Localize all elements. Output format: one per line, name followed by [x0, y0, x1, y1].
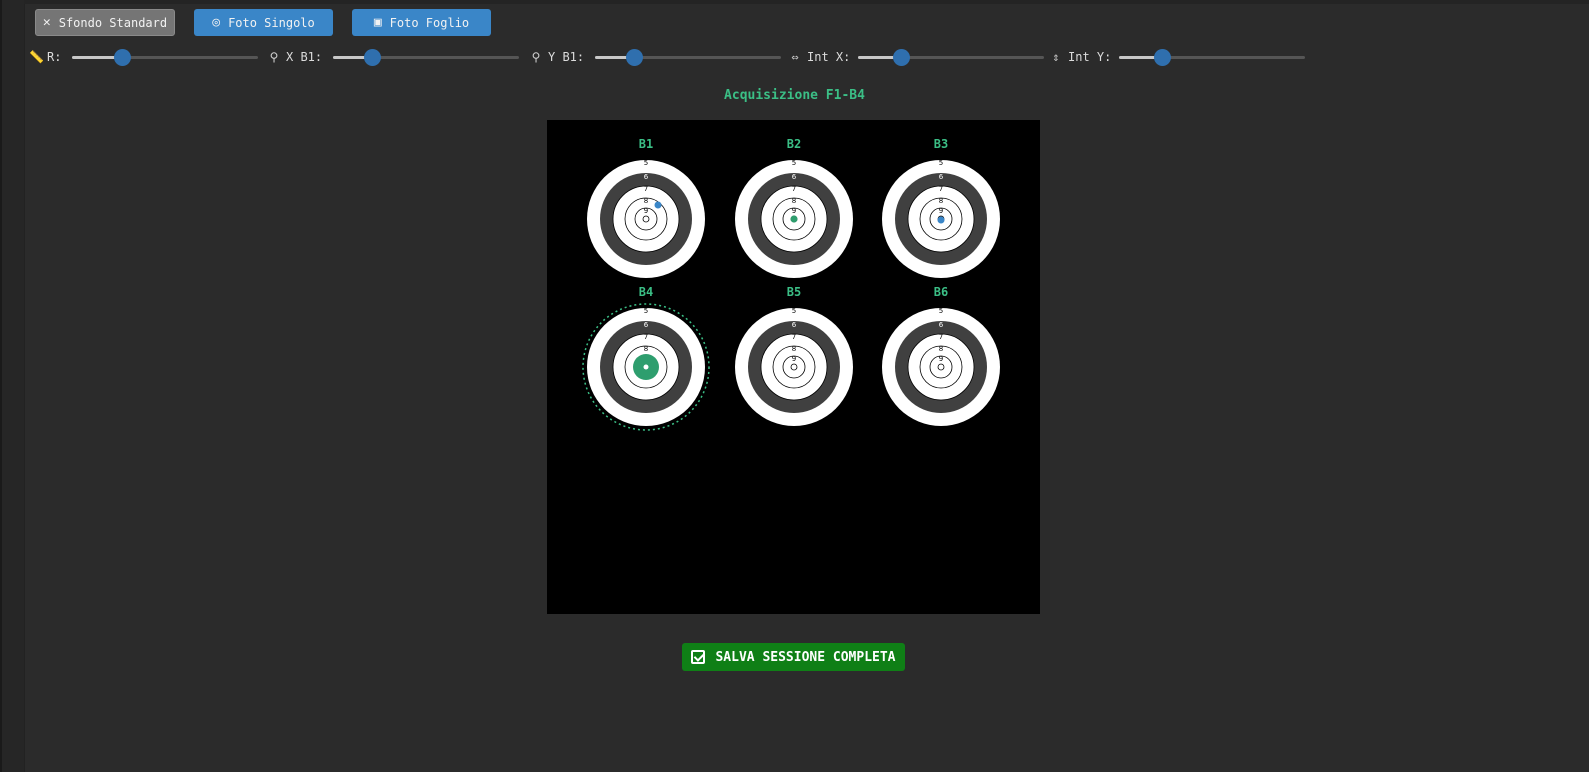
- bullseye: [642, 215, 650, 223]
- save-session-label: SALVA SESSIONE COMPLETA: [715, 649, 896, 665]
- horizontal-arrows-icon: ⇔: [791, 50, 799, 64]
- y-b1-control: ⚲ Y B1:: [530, 48, 585, 66]
- radius-control: 📏 R:: [29, 48, 61, 66]
- radius-slider[interactable]: [72, 49, 258, 66]
- radius-label: R:: [47, 50, 62, 64]
- y-b1-label: Y B1:: [548, 50, 585, 64]
- ring-label: 9: [939, 207, 943, 215]
- int-y-label: Int Y:: [1068, 50, 1112, 64]
- target-label: B1: [639, 137, 653, 151]
- target-label: B5: [787, 285, 801, 299]
- ring-label: 7: [939, 185, 943, 193]
- target-label: B2: [787, 137, 801, 151]
- int-y-slider-thumb[interactable]: [1153, 49, 1171, 66]
- ring-label: 9: [939, 355, 943, 363]
- target-b1[interactable]: 5 6 7 8 9 B1: [587, 137, 705, 278]
- target-b2[interactable]: 5 6 7 8 9 B2: [735, 137, 853, 278]
- sheet-photo-button[interactable]: ▣ Foto Foglio: [352, 9, 491, 36]
- ring-label: 6: [644, 321, 649, 329]
- y-b1-slider[interactable]: [595, 49, 781, 66]
- bullseye: [937, 363, 945, 371]
- target-label: B3: [934, 137, 948, 151]
- x-b1-slider-thumb[interactable]: [364, 49, 382, 66]
- ring-label: 8: [644, 345, 648, 353]
- target-sheet-canvas[interactable]: 56789B156789B256789B356789B456789B556789…: [547, 120, 1040, 614]
- ring-label: 5: [792, 159, 796, 167]
- y-b1-slider-thumb[interactable]: [626, 49, 644, 66]
- standard-background-label: Sfondo Standard: [58, 15, 168, 30]
- x-b1-control: ⚲ X B1:: [268, 48, 323, 66]
- target-sheet-svg: 56789B156789B256789B356789B456789B556789…: [582, 137, 1000, 431]
- ring-label: 6: [792, 173, 797, 181]
- target-b3[interactable]: 5 6 7 8 9 B3: [882, 137, 1000, 278]
- ring-label: 5: [792, 307, 796, 315]
- int-x-label: Int X:: [807, 50, 851, 64]
- photo-icon: ▣: [373, 15, 382, 30]
- int-y-control: ⇕ Int Y:: [1050, 48, 1111, 66]
- close-icon: ✕: [42, 15, 51, 30]
- shot-hit: [654, 201, 662, 209]
- x-b1-label: X B1:: [286, 50, 323, 64]
- single-photo-button[interactable]: ◎ Foto Singolo: [194, 9, 333, 36]
- top-divider: [24, 0, 1589, 4]
- int-x-slider-thumb[interactable]: [892, 49, 910, 66]
- bullseye: [790, 363, 798, 371]
- ring-label: 9: [792, 355, 796, 363]
- ring-label: 7: [792, 333, 796, 341]
- ring-label: 8: [939, 345, 943, 353]
- ring-label: 7: [644, 185, 648, 193]
- ring-label: 8: [792, 345, 796, 353]
- int-y-slider[interactable]: [1119, 49, 1305, 66]
- checkbox-icon: [691, 650, 706, 664]
- ring-label: 7: [939, 333, 943, 341]
- ruler-icon: 📏: [29, 50, 44, 64]
- target-label: B6: [934, 285, 948, 299]
- radius-slider-thumb[interactable]: [114, 49, 132, 66]
- target-b4[interactable]: 56789B4: [582, 285, 710, 431]
- ring-label: 8: [792, 197, 796, 205]
- target-b6[interactable]: 5 6 7 8 9 B6: [882, 285, 1000, 426]
- save-session-button[interactable]: SALVA SESSIONE COMPLETA: [682, 643, 905, 671]
- acquisition-title: Acquisizione F1-B4: [724, 88, 865, 103]
- single-photo-label: Foto Singolo: [228, 15, 315, 30]
- ring-label: 6: [939, 321, 944, 329]
- ring-label: 5: [644, 159, 648, 167]
- standard-background-button[interactable]: ✕ Sfondo Standard: [35, 9, 175, 36]
- ring-label: 6: [644, 173, 649, 181]
- ring-label: 8: [939, 197, 943, 205]
- shot-hit: [937, 216, 945, 224]
- ring-label: 5: [939, 159, 943, 167]
- shot-center: [643, 364, 649, 370]
- shot-hit: [790, 215, 798, 223]
- sheet-photo-label: Foto Foglio: [389, 15, 470, 30]
- vertical-arrows-icon: ⇕: [1052, 50, 1060, 64]
- int-x-slider[interactable]: [858, 49, 1044, 66]
- ring-label: 7: [644, 333, 648, 341]
- ring-label: 8: [644, 197, 648, 205]
- left-panel-edge: [0, 0, 25, 772]
- ring-label: 6: [939, 173, 944, 181]
- ring-label: 9: [792, 207, 796, 215]
- x-b1-slider[interactable]: [333, 49, 519, 66]
- pin-icon: ⚲: [269, 50, 279, 64]
- ring-label: 6: [792, 321, 797, 329]
- ring-label: 5: [939, 307, 943, 315]
- pin-icon: ⚲: [531, 50, 541, 64]
- target-b5[interactable]: 5 6 7 8 9 B5: [735, 285, 853, 426]
- target-icon: ◎: [212, 15, 221, 30]
- ring-label: 9: [644, 207, 648, 215]
- ring-label: 7: [792, 185, 796, 193]
- ring-label: 5: [644, 307, 648, 315]
- target-label: B4: [639, 285, 653, 299]
- int-x-control: ⇔ Int X:: [789, 48, 850, 66]
